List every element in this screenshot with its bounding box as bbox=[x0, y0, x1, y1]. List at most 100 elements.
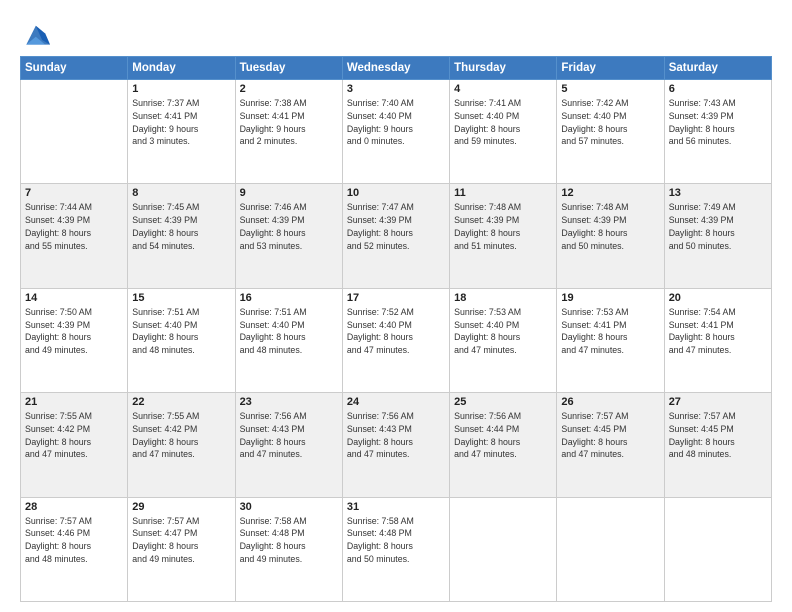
day-number: 18 bbox=[454, 292, 552, 304]
calendar-cell: 8 Sunrise: 7:45 AM Sunset: 4:39 PM Daylig… bbox=[128, 184, 235, 288]
calendar-cell bbox=[450, 497, 557, 601]
day-info: Sunrise: 7:56 AM Sunset: 4:43 PM Dayligh… bbox=[347, 410, 445, 461]
day-number: 23 bbox=[240, 396, 338, 408]
day-number: 17 bbox=[347, 292, 445, 304]
day-number: 4 bbox=[454, 83, 552, 95]
calendar-cell: 28 Sunrise: 7:57 AM Sunset: 4:46 PM Dayli… bbox=[21, 497, 128, 601]
day-number: 14 bbox=[25, 292, 123, 304]
calendar-cell: 5 Sunrise: 7:42 AM Sunset: 4:40 PM Daylig… bbox=[557, 80, 664, 184]
day-number: 24 bbox=[347, 396, 445, 408]
day-number: 2 bbox=[240, 83, 338, 95]
day-number: 1 bbox=[132, 83, 230, 95]
header bbox=[20, 18, 772, 50]
day-number: 28 bbox=[25, 501, 123, 513]
logo bbox=[20, 22, 52, 50]
day-info: Sunrise: 7:55 AM Sunset: 4:42 PM Dayligh… bbox=[25, 410, 123, 461]
calendar-cell: 4 Sunrise: 7:41 AM Sunset: 4:40 PM Daylig… bbox=[450, 80, 557, 184]
day-number: 30 bbox=[240, 501, 338, 513]
calendar-cell: 23 Sunrise: 7:56 AM Sunset: 4:43 PM Dayli… bbox=[235, 393, 342, 497]
day-info: Sunrise: 7:57 AM Sunset: 4:45 PM Dayligh… bbox=[669, 410, 767, 461]
day-info: Sunrise: 7:58 AM Sunset: 4:48 PM Dayligh… bbox=[347, 515, 445, 566]
col-header-sunday: Sunday bbox=[21, 57, 128, 80]
day-info: Sunrise: 7:51 AM Sunset: 4:40 PM Dayligh… bbox=[132, 306, 230, 357]
day-info: Sunrise: 7:44 AM Sunset: 4:39 PM Dayligh… bbox=[25, 201, 123, 252]
day-info: Sunrise: 7:54 AM Sunset: 4:41 PM Dayligh… bbox=[669, 306, 767, 357]
day-info: Sunrise: 7:43 AM Sunset: 4:39 PM Dayligh… bbox=[669, 97, 767, 148]
col-header-wednesday: Wednesday bbox=[342, 57, 449, 80]
day-number: 27 bbox=[669, 396, 767, 408]
calendar-week-row: 1 Sunrise: 7:37 AM Sunset: 4:41 PM Daylig… bbox=[21, 80, 772, 184]
col-header-thursday: Thursday bbox=[450, 57, 557, 80]
day-info: Sunrise: 7:57 AM Sunset: 4:47 PM Dayligh… bbox=[132, 515, 230, 566]
page: SundayMondayTuesdayWednesdayThursdayFrid… bbox=[0, 0, 792, 612]
calendar-cell: 29 Sunrise: 7:57 AM Sunset: 4:47 PM Dayli… bbox=[128, 497, 235, 601]
calendar-cell: 12 Sunrise: 7:48 AM Sunset: 4:39 PM Dayli… bbox=[557, 184, 664, 288]
day-number: 9 bbox=[240, 187, 338, 199]
calendar-cell: 6 Sunrise: 7:43 AM Sunset: 4:39 PM Daylig… bbox=[664, 80, 771, 184]
calendar-cell: 14 Sunrise: 7:50 AM Sunset: 4:39 PM Dayli… bbox=[21, 288, 128, 392]
day-info: Sunrise: 7:58 AM Sunset: 4:48 PM Dayligh… bbox=[240, 515, 338, 566]
calendar-cell: 15 Sunrise: 7:51 AM Sunset: 4:40 PM Dayli… bbox=[128, 288, 235, 392]
day-number: 21 bbox=[25, 396, 123, 408]
day-number: 15 bbox=[132, 292, 230, 304]
calendar-cell: 9 Sunrise: 7:46 AM Sunset: 4:39 PM Daylig… bbox=[235, 184, 342, 288]
day-number: 25 bbox=[454, 396, 552, 408]
calendar-week-row: 14 Sunrise: 7:50 AM Sunset: 4:39 PM Dayli… bbox=[21, 288, 772, 392]
day-number: 7 bbox=[25, 187, 123, 199]
day-info: Sunrise: 7:45 AM Sunset: 4:39 PM Dayligh… bbox=[132, 201, 230, 252]
day-info: Sunrise: 7:48 AM Sunset: 4:39 PM Dayligh… bbox=[454, 201, 552, 252]
calendar-cell: 10Sunrise: 7:47 AM Sunset: 4:39 PM Dayli… bbox=[342, 184, 449, 288]
calendar-cell: 11 Sunrise: 7:48 AM Sunset: 4:39 PM Dayli… bbox=[450, 184, 557, 288]
day-number: 5 bbox=[561, 83, 659, 95]
calendar-week-row: 28 Sunrise: 7:57 AM Sunset: 4:46 PM Dayli… bbox=[21, 497, 772, 601]
day-info: Sunrise: 7:37 AM Sunset: 4:41 PM Dayligh… bbox=[132, 97, 230, 148]
day-info: Sunrise: 7:51 AM Sunset: 4:40 PM Dayligh… bbox=[240, 306, 338, 357]
day-number: 8 bbox=[132, 187, 230, 199]
calendar-week-row: 7 Sunrise: 7:44 AM Sunset: 4:39 PM Daylig… bbox=[21, 184, 772, 288]
calendar-cell: 25 Sunrise: 7:56 AM Sunset: 4:44 PM Dayli… bbox=[450, 393, 557, 497]
calendar-cell: 13 Sunrise: 7:49 AM Sunset: 4:39 PM Dayli… bbox=[664, 184, 771, 288]
calendar-cell: 26Sunrise: 7:57 AM Sunset: 4:45 PM Dayli… bbox=[557, 393, 664, 497]
calendar-cell: 30 Sunrise: 7:58 AM Sunset: 4:48 PM Dayli… bbox=[235, 497, 342, 601]
col-header-friday: Friday bbox=[557, 57, 664, 80]
day-number: 31 bbox=[347, 501, 445, 513]
logo-icon bbox=[20, 22, 50, 50]
day-info: Sunrise: 7:47 AM Sunset: 4:39 PM Dayligh… bbox=[347, 201, 445, 252]
day-number: 12 bbox=[561, 187, 659, 199]
col-header-monday: Monday bbox=[128, 57, 235, 80]
day-info: Sunrise: 7:48 AM Sunset: 4:39 PM Dayligh… bbox=[561, 201, 659, 252]
calendar-table: SundayMondayTuesdayWednesdayThursdayFrid… bbox=[20, 56, 772, 602]
day-info: Sunrise: 7:52 AM Sunset: 4:40 PM Dayligh… bbox=[347, 306, 445, 357]
day-info: Sunrise: 7:46 AM Sunset: 4:39 PM Dayligh… bbox=[240, 201, 338, 252]
day-info: Sunrise: 7:56 AM Sunset: 4:44 PM Dayligh… bbox=[454, 410, 552, 461]
day-info: Sunrise: 7:49 AM Sunset: 4:39 PM Dayligh… bbox=[669, 201, 767, 252]
calendar-cell bbox=[557, 497, 664, 601]
calendar-cell: 24 Sunrise: 7:56 AM Sunset: 4:43 PM Dayli… bbox=[342, 393, 449, 497]
day-number: 3 bbox=[347, 83, 445, 95]
calendar-cell: 27 Sunrise: 7:57 AM Sunset: 4:45 PM Dayli… bbox=[664, 393, 771, 497]
day-number: 29 bbox=[132, 501, 230, 513]
day-info: Sunrise: 7:41 AM Sunset: 4:40 PM Dayligh… bbox=[454, 97, 552, 148]
day-info: Sunrise: 7:57 AM Sunset: 4:46 PM Dayligh… bbox=[25, 515, 123, 566]
calendar-cell: 7 Sunrise: 7:44 AM Sunset: 4:39 PM Daylig… bbox=[21, 184, 128, 288]
col-header-tuesday: Tuesday bbox=[235, 57, 342, 80]
calendar-header-row: SundayMondayTuesdayWednesdayThursdayFrid… bbox=[21, 57, 772, 80]
calendar-cell: 31 Sunrise: 7:58 AM Sunset: 4:48 PM Dayli… bbox=[342, 497, 449, 601]
day-number: 22 bbox=[132, 396, 230, 408]
calendar-cell: 20Sunrise: 7:54 AM Sunset: 4:41 PM Dayli… bbox=[664, 288, 771, 392]
calendar-cell: 1 Sunrise: 7:37 AM Sunset: 4:41 PM Daylig… bbox=[128, 80, 235, 184]
day-info: Sunrise: 7:50 AM Sunset: 4:39 PM Dayligh… bbox=[25, 306, 123, 357]
day-number: 19 bbox=[561, 292, 659, 304]
day-number: 11 bbox=[454, 187, 552, 199]
day-number: 13 bbox=[669, 187, 767, 199]
day-number: 16 bbox=[240, 292, 338, 304]
day-info: Sunrise: 7:53 AM Sunset: 4:40 PM Dayligh… bbox=[454, 306, 552, 357]
day-number: 26 bbox=[561, 396, 659, 408]
calendar-cell: 22 Sunrise: 7:55 AM Sunset: 4:42 PM Dayli… bbox=[128, 393, 235, 497]
day-info: Sunrise: 7:55 AM Sunset: 4:42 PM Dayligh… bbox=[132, 410, 230, 461]
calendar-cell: 16 Sunrise: 7:51 AM Sunset: 4:40 PM Dayli… bbox=[235, 288, 342, 392]
day-info: Sunrise: 7:42 AM Sunset: 4:40 PM Dayligh… bbox=[561, 97, 659, 148]
calendar-cell: 17 Sunrise: 7:52 AM Sunset: 4:40 PM Dayli… bbox=[342, 288, 449, 392]
day-number: 6 bbox=[669, 83, 767, 95]
day-info: Sunrise: 7:56 AM Sunset: 4:43 PM Dayligh… bbox=[240, 410, 338, 461]
